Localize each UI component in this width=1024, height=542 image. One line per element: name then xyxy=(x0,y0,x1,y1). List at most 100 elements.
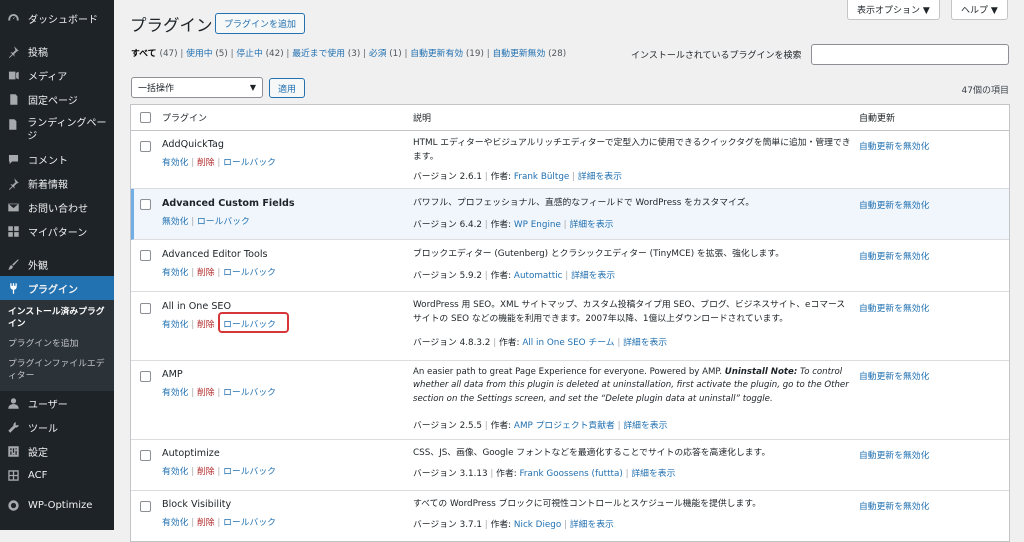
menu-wp-optimize[interactable]: WP-Optimize xyxy=(0,493,114,517)
menu-posts[interactable]: 投稿 xyxy=(0,39,114,63)
activate-link[interactable]: 有効化 xyxy=(162,158,188,168)
deactivate-link[interactable]: 無効化 xyxy=(162,217,188,227)
disable-auto-update-link[interactable]: 自動更新を無効化 xyxy=(859,448,929,461)
activate-link[interactable]: 有効化 xyxy=(162,467,188,477)
author-link[interactable]: Frank Goossens (futtta) xyxy=(520,469,623,479)
menu-contact[interactable]: お問い合わせ xyxy=(0,195,114,219)
disable-auto-update-link[interactable]: 自動更新を無効化 xyxy=(859,249,929,262)
select-all-checkbox[interactable] xyxy=(140,112,151,123)
row-checkbox[interactable] xyxy=(140,250,151,261)
submenu-plugin-editor[interactable]: プラグインファイルエディター xyxy=(0,356,114,386)
details-link[interactable]: 詳細を表示 xyxy=(569,220,613,230)
filter-all[interactable]: すべて (47) xyxy=(131,49,178,59)
filter-must-use[interactable]: 必須 (1) xyxy=(369,49,402,59)
menu-dashboard[interactable]: ダッシュボード xyxy=(0,6,114,30)
rollback-link[interactable]: ロールバック xyxy=(197,217,250,227)
row-checkbox[interactable] xyxy=(140,199,151,210)
disable-auto-update-link[interactable]: 自動更新を無効化 xyxy=(859,198,929,211)
menu-acf[interactable]: ACF xyxy=(0,463,114,487)
menu-news[interactable]: 新着情報 xyxy=(0,171,114,195)
rollback-link[interactable]: ロールバック xyxy=(223,158,276,168)
details-link[interactable]: 詳細を表示 xyxy=(631,469,675,479)
search-plugins-input[interactable] xyxy=(811,44,1009,65)
delete-link[interactable]: 削除 xyxy=(197,320,215,330)
menu-users[interactable]: ユーザー xyxy=(0,391,114,415)
rollback-link[interactable]: ロールバック xyxy=(223,388,276,398)
plugin-status-filters: すべて (47) | 使用中 (5) | 停止中 (42) | 最近まで使用 (… xyxy=(131,49,567,59)
plugin-name: All in One SEO xyxy=(162,301,232,312)
plugins-table: プラグイン 説明 自動更新 AddQuickTag 有効化 | 削除 | ロール… xyxy=(130,104,1010,542)
author-link[interactable]: Frank Bültge xyxy=(514,172,569,182)
row-checkbox[interactable] xyxy=(140,141,151,152)
plugin-description: ブロックエディター (Gutenberg) とクラシックエディター (TinyM… xyxy=(413,249,785,259)
plugin-actions: 有効化 | 削除 | ロールバック xyxy=(162,467,276,477)
grid-icon xyxy=(6,224,20,238)
screen-options-button[interactable]: 表示オプション ▼ xyxy=(847,0,940,20)
submenu-installed-plugins[interactable]: インストール済みプラグイン xyxy=(0,304,114,334)
rollback-link[interactable]: ロールバック xyxy=(223,268,276,278)
pin-icon xyxy=(6,44,20,58)
menu-pages[interactable]: 固定ページ xyxy=(0,87,114,111)
author-link[interactable]: Automattic xyxy=(514,271,563,281)
author-link[interactable]: AMP プロジェクト貢献者 xyxy=(514,421,615,431)
plugin-name: Autoptimize xyxy=(162,448,220,459)
apply-button[interactable]: 適用 xyxy=(269,78,306,98)
delete-link[interactable]: 削除 xyxy=(197,158,215,168)
plugin-description: An easier path to great Page Experience … xyxy=(413,367,849,404)
menu-plugins[interactable]: プラグイン xyxy=(0,276,114,300)
plugin-meta: バージョン 5.9.2 | 作者: Automattic | 詳細を表示 xyxy=(413,271,616,281)
details-link[interactable]: 詳細を表示 xyxy=(571,271,615,281)
plugin-name: Advanced Editor Tools xyxy=(162,249,268,260)
author-link[interactable]: Nick Diego xyxy=(514,520,561,530)
menu-appearance[interactable]: 外観 xyxy=(0,252,114,276)
plugin-meta: バージョン 2.5.5 | 作者: AMP プロジェクト貢献者 | 詳細を表示 xyxy=(413,421,668,431)
details-link[interactable]: 詳細を表示 xyxy=(578,172,622,182)
disable-auto-update-link[interactable]: 自動更新を無効化 xyxy=(859,139,929,152)
plugin-description: CSS、JS、画像、Google フォントなどを最適化することでサイトの応答を高… xyxy=(413,448,771,458)
menu-settings[interactable]: 設定 xyxy=(0,439,114,463)
delete-link[interactable]: 削除 xyxy=(197,268,215,278)
row-checkbox[interactable] xyxy=(140,371,151,382)
menu-tools[interactable]: ツール xyxy=(0,415,114,439)
author-link[interactable]: All in One SEO チーム xyxy=(522,338,614,348)
menu-media[interactable]: メディア xyxy=(0,63,114,87)
filter-recently-active[interactable]: 最近まで使用 (3) xyxy=(292,49,360,59)
row-checkbox[interactable] xyxy=(140,450,151,461)
main-content: 表示オプション ▼ ヘルプ ▼ プラグイン プラグインを追加 すべて (47) … xyxy=(114,0,1024,542)
delete-link[interactable]: 削除 xyxy=(197,518,215,528)
filter-auto-update-enabled[interactable]: 自動更新有効 (19) xyxy=(410,49,484,59)
disable-auto-update-link[interactable]: 自動更新を無効化 xyxy=(859,499,929,512)
menu-landing-pages[interactable]: ランディングページ xyxy=(0,111,114,147)
filter-auto-update-disabled[interactable]: 自動更新無効 (28) xyxy=(492,49,566,59)
delete-link[interactable]: 削除 xyxy=(197,467,215,477)
activate-link[interactable]: 有効化 xyxy=(162,320,188,330)
author-link[interactable]: WP Engine xyxy=(514,220,561,230)
rollback-link[interactable]: ロールバック xyxy=(223,518,276,528)
bulk-actions-select[interactable]: 一括操作 ▼ xyxy=(131,77,263,98)
wrench-icon xyxy=(6,420,20,434)
delete-link[interactable]: 削除 xyxy=(197,388,215,398)
items-count: 47個の項目 xyxy=(961,86,1009,96)
help-button[interactable]: ヘルプ ▼ xyxy=(951,0,1008,20)
activate-link[interactable]: 有効化 xyxy=(162,388,188,398)
details-link[interactable]: 詳細を表示 xyxy=(570,520,614,530)
row-checkbox[interactable] xyxy=(140,501,151,512)
filter-active[interactable]: 使用中 (5) xyxy=(186,49,228,59)
add-plugin-button[interactable]: プラグインを追加 xyxy=(215,13,306,34)
details-link[interactable]: 詳細を表示 xyxy=(623,421,667,431)
plugin-actions: 有効化 | 削除 | ロールバック xyxy=(162,158,276,168)
row-checkbox[interactable] xyxy=(140,303,151,314)
activate-link[interactable]: 有効化 xyxy=(162,518,188,528)
disable-auto-update-link[interactable]: 自動更新を無効化 xyxy=(859,301,929,314)
filter-inactive[interactable]: 停止中 (42) xyxy=(236,49,283,59)
menu-comments[interactable]: コメント xyxy=(0,147,114,171)
activate-link[interactable]: 有効化 xyxy=(162,268,188,278)
menu-my-patterns[interactable]: マイパターン xyxy=(0,219,114,243)
table-row: All in One SEO 有効化 | 削除 | ロールバック WordPre… xyxy=(131,292,1009,361)
details-link[interactable]: 詳細を表示 xyxy=(623,338,667,348)
disable-auto-update-link[interactable]: 自動更新を無効化 xyxy=(859,369,929,382)
submenu-add-plugin[interactable]: プラグインを追加 xyxy=(0,336,114,354)
rollback-link[interactable]: ロールバック xyxy=(223,467,276,477)
plugin-meta: バージョン 3.1.13 | 作者: Frank Goossens (futtt… xyxy=(413,469,676,479)
page-icon xyxy=(6,92,20,106)
